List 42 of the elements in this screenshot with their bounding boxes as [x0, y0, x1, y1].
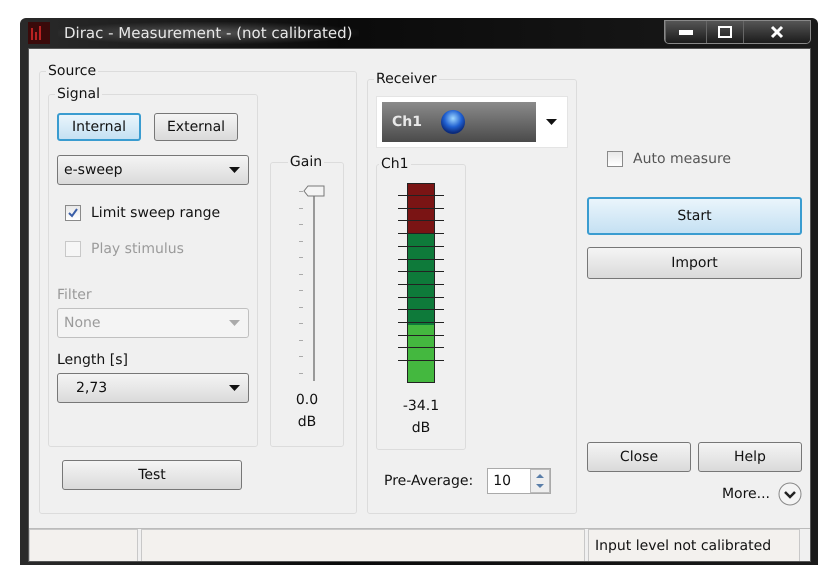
status-light-icon [440, 109, 466, 135]
unit-label: dB [412, 419, 430, 438]
gain-reading: 0.0 [296, 391, 318, 410]
close-icon [770, 25, 784, 39]
level-reading: -34.1 [402, 397, 440, 416]
slider-thumb[interactable] [303, 185, 325, 197]
signal-dropdown[interactable]: e-sweep [57, 155, 249, 185]
status-message: Input level not calibrated [588, 529, 800, 561]
window-title: Dirac - Measurement - (not calibrated) [58, 22, 359, 44]
checkbox[interactable] [607, 151, 623, 167]
test-button[interactable]: Test [62, 460, 242, 490]
mode-button[interactable]: External [154, 113, 238, 141]
more-link[interactable]: More... [722, 486, 770, 502]
maximize-button[interactable] [706, 21, 743, 43]
checkbox-label: Limit sweep range [91, 205, 220, 221]
field-label: Length [s] [57, 352, 129, 368]
spin-arrows-icon[interactable] [530, 469, 550, 493]
pre-average-spinner[interactable]: 10 [487, 468, 552, 494]
channel-dropdown[interactable]: Ch1 [376, 96, 568, 148]
minimize-button[interactable] [665, 21, 706, 43]
minimize-icon [679, 29, 693, 35]
expand-icon[interactable] [778, 482, 802, 506]
field-label: Pre-Average: [384, 473, 474, 489]
close-dialog-button[interactable]: Close [587, 442, 691, 472]
app-icon [28, 22, 50, 44]
caret-icon [229, 385, 240, 391]
field-label: Filter [57, 287, 93, 303]
close-button[interactable] [743, 21, 810, 43]
caret-icon [229, 320, 240, 326]
action-button[interactable]: Start [587, 197, 802, 235]
caret-icon [546, 119, 557, 125]
unit-label: dB [298, 413, 316, 432]
caret-icon [229, 167, 240, 173]
help-button[interactable]: Help [698, 442, 802, 472]
checkbox-label: Auto measure [633, 151, 732, 167]
maximize-icon [718, 26, 732, 38]
group-title: Signal [55, 86, 102, 103]
action-button[interactable]: Import [587, 247, 802, 279]
length-dropdown[interactable]: 2,73 [57, 373, 249, 403]
checkbox-label: Play stimulus [91, 241, 184, 257]
checkbox[interactable] [65, 205, 81, 221]
mode-button[interactable]: Internal [57, 113, 141, 141]
